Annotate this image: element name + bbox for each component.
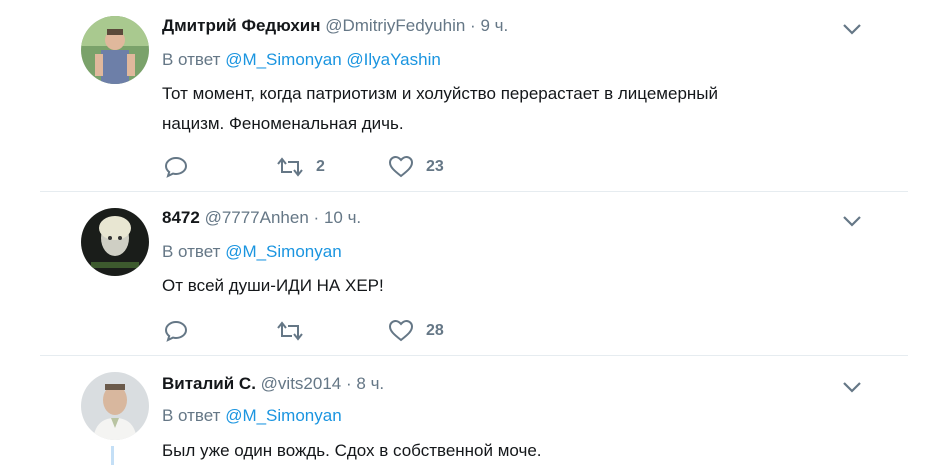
mention-link[interactable]: @M_Simonyan	[225, 242, 341, 261]
tweet-header: 8472 @7777Anhen · 10 ч.	[162, 208, 361, 228]
tweet-header: Виталий С. @vits2014 · 8 ч.	[162, 374, 384, 394]
separator-dot: ·	[313, 208, 320, 227]
display-name[interactable]: 8472	[162, 208, 200, 227]
reply-context: В ответ @M_Simonyan	[162, 406, 342, 426]
mention-link[interactable]: @M_Simonyan	[225, 50, 341, 69]
retweet-button[interactable]: 2	[276, 154, 325, 180]
reply-prefix: В ответ	[162, 406, 221, 425]
like-button[interactable]: 28	[388, 318, 444, 344]
reply-context: В ответ @M_Simonyan	[162, 242, 342, 262]
thread-line	[111, 446, 114, 465]
tweet-text: От всей души-ИДИ НА ХЕР!	[162, 271, 862, 301]
reply-icon	[164, 156, 188, 178]
tweet-text: Тот момент, когда патриотизм и холуйство…	[162, 79, 862, 139]
username[interactable]: @vits2014	[261, 374, 342, 393]
reply-prefix: В ответ	[162, 50, 221, 69]
timestamp[interactable]: 8 ч.	[356, 374, 384, 393]
avatar[interactable]	[81, 16, 149, 84]
tweet-separator	[40, 355, 908, 356]
separator-dot: ·	[470, 16, 476, 35]
tweet-header: Дмитрий Федюхин @DmitriyFedyuhin · 9 ч.	[162, 16, 508, 36]
reply-button[interactable]	[164, 154, 188, 180]
reply-icon	[164, 320, 188, 342]
mention-link[interactable]: @M_Simonyan	[225, 406, 341, 425]
tweet-text-line: Тот момент, когда патриотизм и холуйство…	[162, 84, 719, 103]
like-button[interactable]: 23	[388, 154, 444, 180]
like-count: 28	[426, 322, 444, 339]
username[interactable]: @7777Anhen	[205, 208, 309, 227]
retweet-count: 2	[316, 158, 325, 175]
tweet-text-line: От всей души-ИДИ НА ХЕР!	[162, 276, 384, 295]
separator-dot: ·	[345, 374, 352, 393]
display-name[interactable]: Дмитрий Федюхин	[162, 16, 321, 35]
retweet-icon	[277, 321, 303, 341]
mention-link[interactable]: @IlyaYashin	[346, 50, 440, 69]
timestamp[interactable]: 9 ч.	[480, 16, 508, 35]
avatar[interactable]	[81, 208, 149, 276]
tweet-text-line: Был уже один вождь. Сдох в собственной м…	[162, 441, 542, 460]
chevron-down-icon[interactable]	[842, 214, 862, 228]
timestamp[interactable]: 10 ч.	[324, 208, 361, 227]
retweet-button[interactable]	[276, 318, 316, 344]
reply-button[interactable]	[164, 318, 188, 344]
reply-context: В ответ @M_Simonyan @IlyaYashin	[162, 50, 441, 70]
display-name[interactable]: Виталий С.	[162, 374, 256, 393]
retweet-icon	[277, 157, 303, 177]
chevron-down-icon[interactable]	[842, 22, 862, 36]
chevron-down-icon[interactable]	[842, 380, 862, 394]
avatar[interactable]	[81, 372, 149, 440]
like-count: 23	[426, 158, 444, 175]
heart-icon	[388, 319, 414, 342]
heart-icon	[388, 155, 414, 178]
reply-prefix: В ответ	[162, 242, 221, 261]
tweet-text: Был уже один вождь. Сдох в собственной м…	[162, 436, 862, 466]
username[interactable]: @DmitriyFedyuhin	[325, 16, 465, 35]
tweet-text-line: нацизм. Феноменальная дичь.	[162, 114, 404, 133]
tweet-separator	[40, 191, 908, 192]
